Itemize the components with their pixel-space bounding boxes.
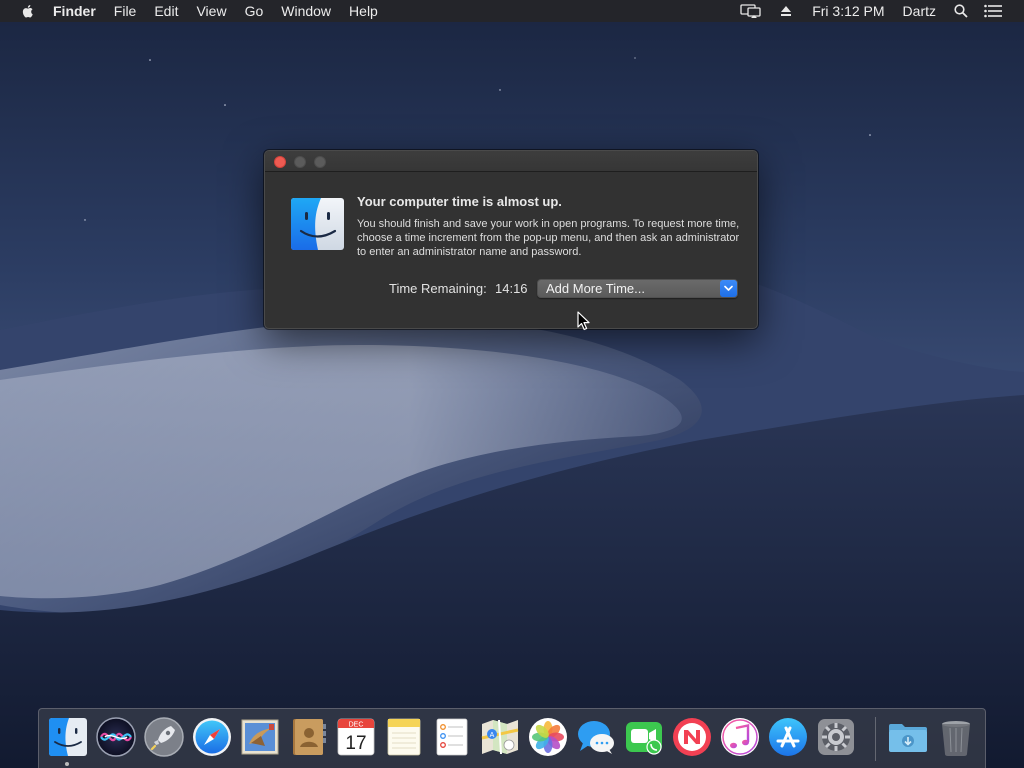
dock: DEC 17 A (38, 708, 986, 768)
dock-notes-icon[interactable] (383, 716, 425, 758)
dock-app-store-icon[interactable] (767, 716, 809, 758)
airplay-display-icon[interactable] (739, 3, 763, 19)
dialog-headline: Your computer time is almost up. (357, 194, 562, 209)
calendar-month-label: DEC (349, 722, 364, 729)
finder-icon (291, 198, 344, 250)
dock-messages-icon[interactable] (575, 716, 617, 758)
add-more-time-popup[interactable]: Add More Time... (537, 279, 738, 298)
minimize-button (294, 156, 306, 168)
menu-edit[interactable]: Edit (154, 0, 178, 22)
menubar-clock[interactable]: Fri 3:12 PM (812, 0, 884, 22)
dock-contacts-icon[interactable] (287, 716, 329, 758)
dock-launchpad-icon[interactable] (143, 716, 185, 758)
dialog-titlebar[interactable] (265, 151, 757, 172)
apple-menu-icon[interactable] (20, 3, 36, 19)
dock-facetime-icon[interactable] (623, 716, 665, 758)
menu-file[interactable]: File (114, 0, 137, 22)
dock-trash-icon[interactable] (935, 716, 977, 758)
eject-icon[interactable] (780, 5, 792, 17)
menu-go[interactable]: Go (245, 0, 264, 22)
zoom-button (314, 156, 326, 168)
finder-running-indicator (65, 762, 69, 766)
dock-mail-icon[interactable] (239, 716, 281, 758)
dock-downloads-folder-icon[interactable] (887, 716, 929, 758)
menu-window[interactable]: Window (281, 0, 331, 22)
menubar-user[interactable]: Dartz (903, 0, 936, 22)
dock-separator (875, 717, 876, 761)
svg-text:A: A (490, 732, 495, 739)
spotlight-search-icon[interactable] (954, 4, 968, 18)
dock-siri-icon[interactable] (95, 716, 137, 758)
calendar-day-label: 17 (345, 733, 366, 754)
menu-help[interactable]: Help (349, 0, 378, 22)
menu-app-finder[interactable]: Finder (53, 0, 96, 22)
time-remaining-value: 14:16 (495, 281, 528, 296)
menu-bar: Finder File Edit View Go Window Help Fri… (0, 0, 1024, 22)
chevron-down-icon[interactable] (720, 280, 737, 297)
notification-center-icon[interactable] (984, 4, 1002, 18)
close-button[interactable] (274, 156, 286, 168)
dock-photos-icon[interactable] (527, 716, 569, 758)
desktop-wallpaper (0, 0, 1024, 768)
time-limit-dialog: Your computer time is almost up. You sho… (264, 150, 758, 329)
dock-itunes-icon[interactable] (719, 716, 761, 758)
dialog-message: You should finish and save your work in … (357, 218, 740, 258)
menu-view[interactable]: View (196, 0, 226, 22)
dock-system-preferences-icon[interactable] (815, 716, 857, 758)
time-remaining-label: Time Remaining: (389, 281, 487, 296)
dock-news-icon[interactable] (671, 716, 713, 758)
dock-finder-icon[interactable] (47, 716, 89, 758)
popup-selected-label: Add More Time... (546, 281, 645, 296)
dock-safari-icon[interactable] (191, 716, 233, 758)
mouse-pointer-icon (577, 311, 590, 331)
dock-calendar-icon[interactable]: DEC 17 (335, 716, 377, 758)
dock-maps-icon[interactable]: A (479, 716, 521, 758)
dock-reminders-icon[interactable] (431, 716, 473, 758)
